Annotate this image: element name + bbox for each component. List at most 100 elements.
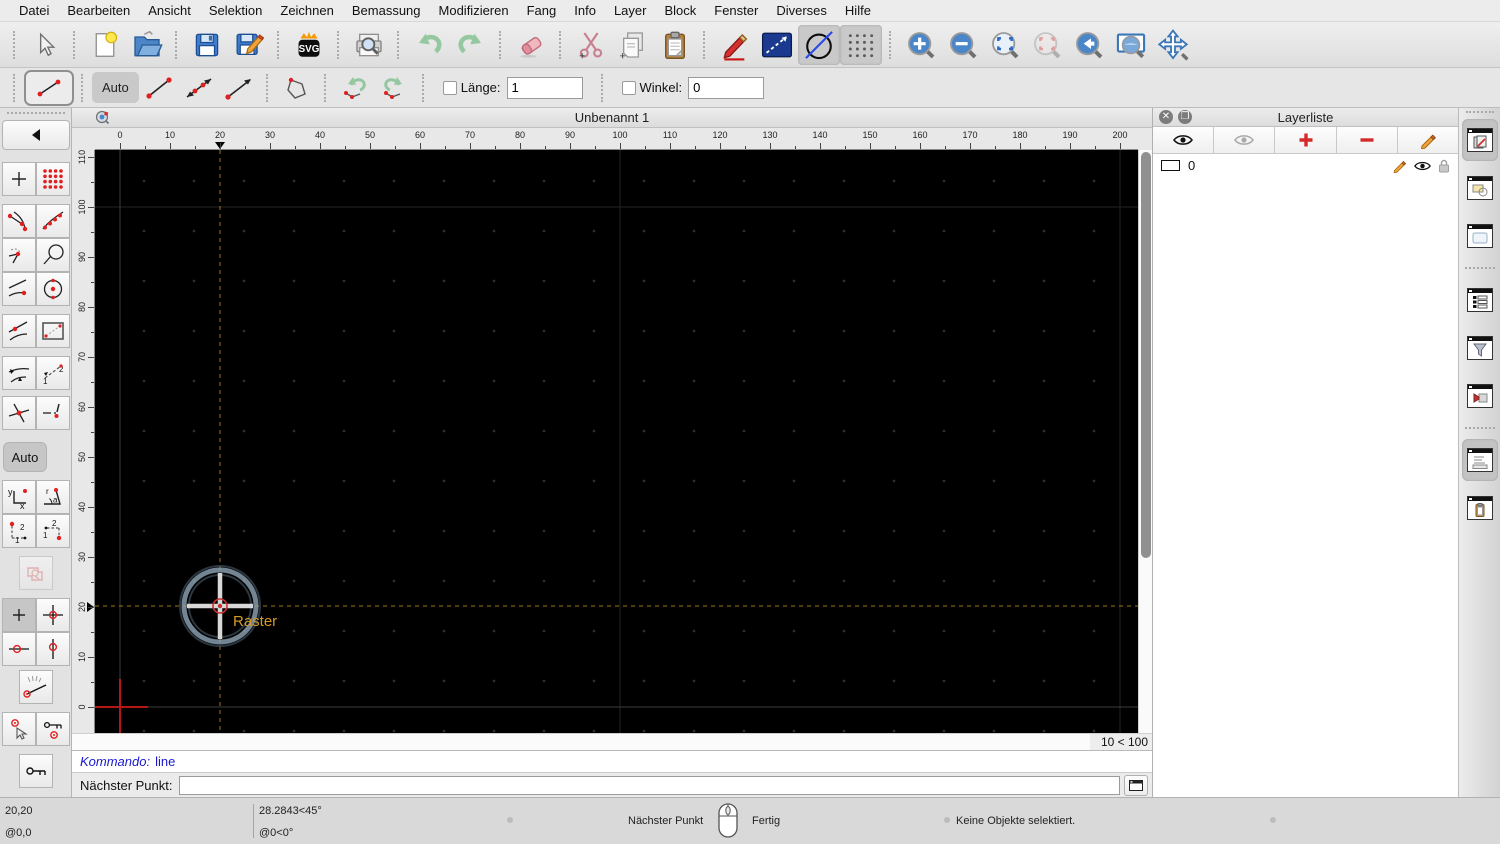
toolbar-handle[interactable] <box>13 73 17 102</box>
snap-reference-button[interactable] <box>35 314 70 348</box>
zoom-previous-button[interactable] <box>1068 25 1110 65</box>
snap-intersection-button[interactable] <box>1 396 36 430</box>
toggle-command-window-button[interactable] <box>1124 774 1148 796</box>
menu-datei[interactable]: Datei <box>10 3 58 18</box>
snap-grid-button[interactable] <box>35 162 70 196</box>
menu-modifizieren[interactable]: Modifizieren <box>430 3 518 18</box>
restrict-steps-button[interactable]: 1 2 <box>35 356 70 390</box>
cut-button[interactable]: + <box>570 25 612 65</box>
line-auto-button[interactable]: Auto <box>92 72 139 103</box>
set-relative-zero-button[interactable] <box>1 712 36 746</box>
restrict-vertical-button[interactable] <box>35 632 70 666</box>
restrict-none-button[interactable] <box>1 598 36 632</box>
snap-free-button[interactable] <box>1 162 36 196</box>
restrict-angle-button[interactable] <box>1 356 36 390</box>
menu-info[interactable]: Info <box>565 3 605 18</box>
polar-coordinates-button[interactable]: r a <box>35 480 70 514</box>
paste-button[interactable] <box>654 25 696 65</box>
add-layer-button[interactable] <box>1275 127 1337 153</box>
zoom-out-button[interactable] <box>942 25 984 65</box>
snap-auto-mode-button[interactable]: Auto <box>3 442 47 472</box>
show-all-layers-button[interactable] <box>1153 127 1215 153</box>
save-button[interactable] <box>186 25 228 65</box>
selection-mode-button[interactable] <box>756 25 798 65</box>
zoom-window-button[interactable] <box>1110 25 1152 65</box>
delete-button[interactable] <box>510 25 552 65</box>
toggle-clipboard-panel-button[interactable] <box>1462 487 1498 529</box>
redo-button[interactable] <box>450 25 492 65</box>
winkel-input[interactable] <box>688 76 765 99</box>
remove-layer-button[interactable] <box>1336 127 1398 153</box>
current-tool-line-button[interactable] <box>24 69 74 106</box>
toggle-property-editor-button[interactable] <box>1462 279 1498 321</box>
absolute-coordinates-button[interactable]: 1 2 <box>35 514 70 548</box>
snap-intersection-manual-button[interactable] <box>35 396 70 430</box>
vertical-scrollbar-thumb[interactable] <box>1141 152 1151 558</box>
edit-drawing-preferences-button[interactable] <box>714 25 756 65</box>
toggle-layer-list-button[interactable] <box>1461 119 1498 161</box>
drawing-canvas[interactable]: Raster <box>95 150 1138 733</box>
float-panel-button[interactable]: ❐ <box>1178 110 1192 124</box>
menu-hilfe[interactable]: Hilfe <box>836 3 880 18</box>
cartesian-coordinates-button[interactable]: y x <box>1 480 36 514</box>
undo-segment-button[interactable] <box>335 71 375 105</box>
relative-coordinates-button[interactable]: 1 2 <box>1 514 36 548</box>
pan-button[interactable] <box>1152 25 1194 65</box>
toggle-block-list-button[interactable] <box>1462 167 1498 209</box>
new-document-button[interactable] <box>84 25 126 65</box>
menu-fang[interactable]: Fang <box>518 3 566 18</box>
lock-relative-zero-button[interactable] <box>35 712 70 746</box>
menu-layer[interactable]: Layer <box>605 3 656 18</box>
zoom-in-button[interactable] <box>900 25 942 65</box>
menu-diverses[interactable]: Diverses <box>767 3 836 18</box>
toggle-selection-filter-button[interactable] <box>1462 327 1498 369</box>
snap-on-entity-button[interactable] <box>35 204 70 238</box>
document-titlebar[interactable]: Unbenannt 1 <box>72 108 1152 128</box>
palette-handle[interactable] <box>6 112 65 116</box>
undo-button[interactable] <box>408 25 450 65</box>
line-segment-button[interactable] <box>139 71 179 105</box>
line-both-directions-button[interactable] <box>179 71 219 105</box>
layer-row-0[interactable]: 0 <box>1153 154 1458 177</box>
collapse-palette-button[interactable] <box>1 120 70 150</box>
menu-bearbeiten[interactable]: Bearbeiten <box>58 3 139 18</box>
snap-perpendicular-button[interactable] <box>35 238 70 272</box>
edit-pencil-icon[interactable] <box>1392 158 1407 173</box>
line-ray-button[interactable] <box>219 71 259 105</box>
dock-handle[interactable] <box>1465 111 1494 113</box>
toolbar-handle[interactable] <box>13 30 17 59</box>
toggle-view-list-button[interactable] <box>1462 215 1498 257</box>
zoom-auto-button[interactable] <box>984 25 1026 65</box>
horizontal-scrollbar-track[interactable] <box>72 734 1090 750</box>
copy-button[interactable]: + <box>612 25 654 65</box>
hide-all-layers-button[interactable] <box>1214 127 1276 153</box>
layer-panel-titlebar[interactable]: ✕ ❐ Layerliste <box>1153 108 1458 127</box>
vertical-scrollbar[interactable] <box>1138 150 1152 733</box>
layer-lock-icon[interactable] <box>1438 159 1450 173</box>
draft-mode-button[interactable] <box>798 24 840 65</box>
menu-bemassung[interactable]: Bemassung <box>343 3 430 18</box>
toggle-library-browser-button[interactable] <box>1462 375 1498 417</box>
edit-layer-button[interactable] <box>1397 127 1459 153</box>
winkel-checkbox[interactable] <box>621 80 636 95</box>
pointer-button[interactable] <box>24 25 66 65</box>
menu-fenster[interactable]: Fenster <box>705 3 767 18</box>
save-as-button[interactable] <box>228 25 270 65</box>
svg-export-button[interactable]: SVG <box>288 25 330 65</box>
snap-center-button[interactable] <box>35 272 70 306</box>
snap-nearest-button[interactable] <box>1 272 36 306</box>
snap-endpoints-button[interactable] <box>1 204 36 238</box>
menu-selektion[interactable]: Selektion <box>200 3 271 18</box>
toggle-command-line-button[interactable] <box>1461 439 1498 481</box>
horizontal-scrollbar[interactable]: 10 < 100 <box>72 733 1152 750</box>
angle-dial-button[interactable] <box>18 670 53 704</box>
restrict-orthogonal-button[interactable] <box>35 598 70 632</box>
grid-toggle-button[interactable] <box>840 24 882 65</box>
restrict-horizontal-button[interactable] <box>1 632 36 666</box>
laenge-checkbox[interactable] <box>442 80 457 95</box>
close-polyline-button[interactable] <box>277 71 317 105</box>
print-preview-button[interactable] <box>348 25 390 65</box>
menu-ansicht[interactable]: Ansicht <box>139 3 200 18</box>
redo-segment-button[interactable] <box>375 71 415 105</box>
relative-zero-key-button[interactable] <box>18 754 53 788</box>
